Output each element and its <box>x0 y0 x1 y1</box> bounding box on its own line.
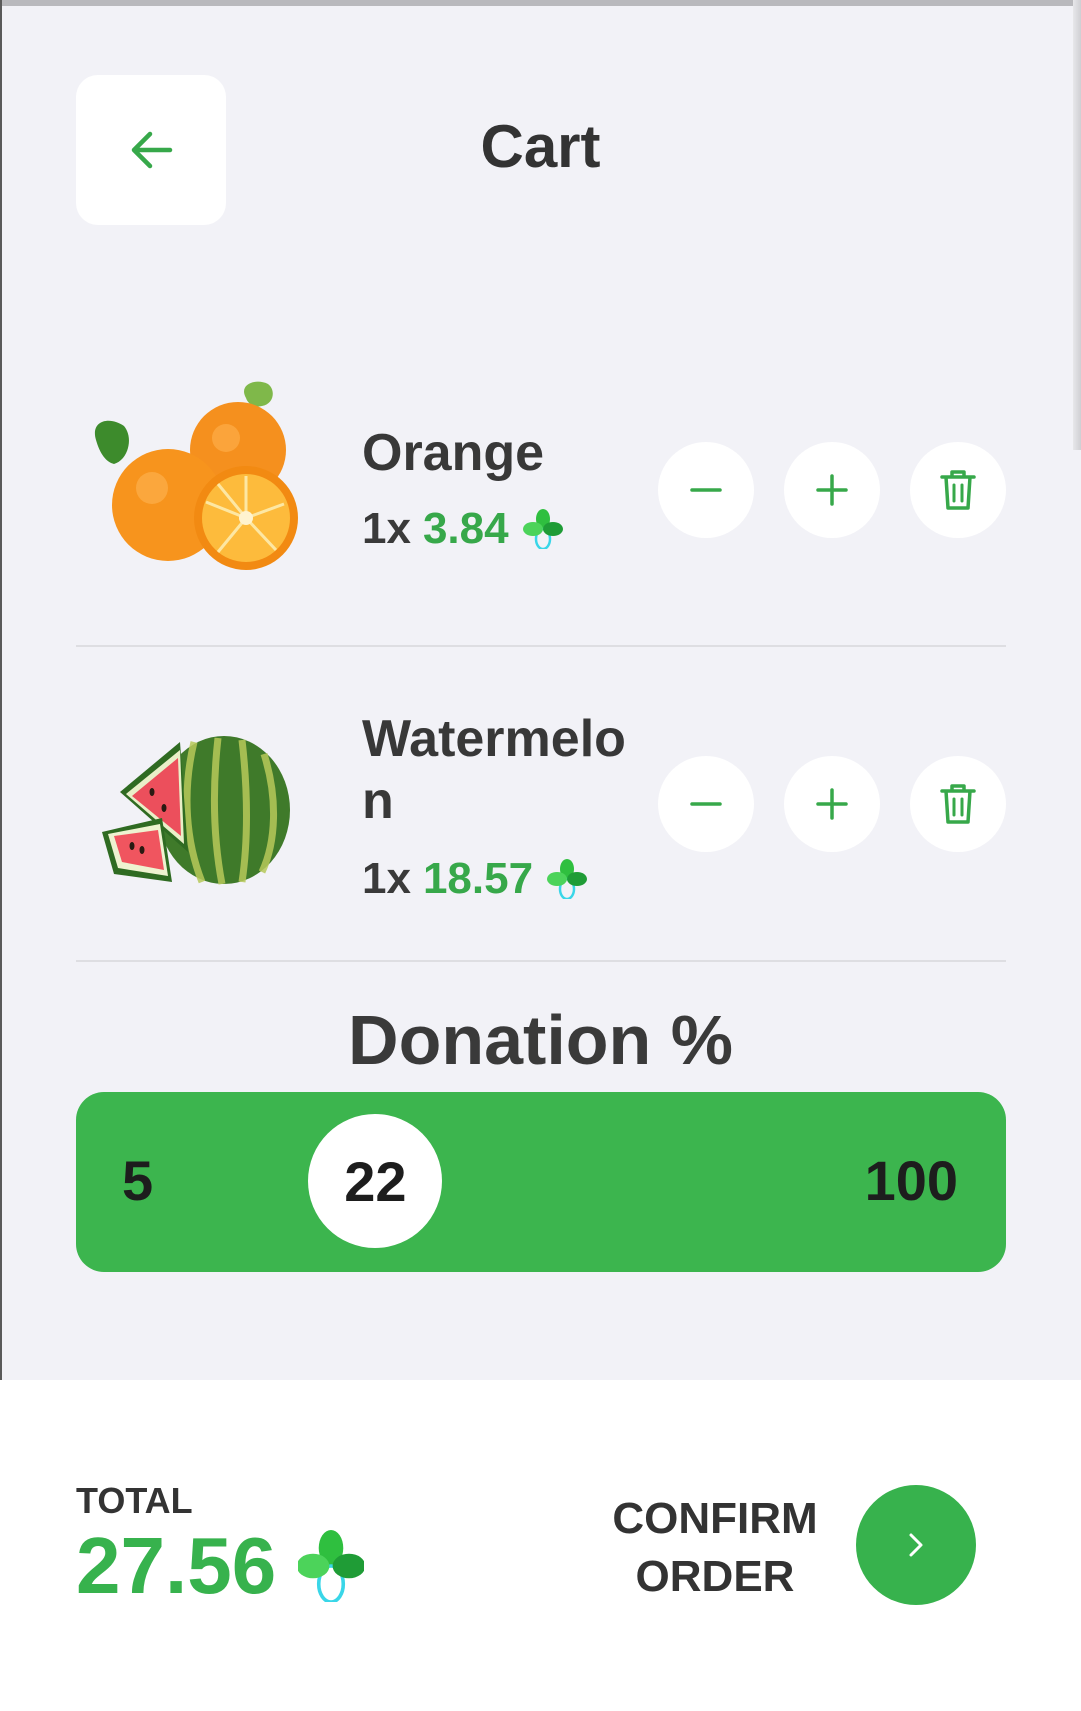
leaf-coin-icon <box>547 859 588 899</box>
delete-item-button[interactable] <box>910 442 1006 538</box>
minus-icon <box>690 488 722 492</box>
item-amount: 3.84 <box>422 504 509 553</box>
chevron-right-icon <box>909 1533 923 1557</box>
decrease-quantity-button[interactable] <box>658 442 754 538</box>
plus-icon <box>816 788 848 820</box>
trash-icon <box>940 470 976 510</box>
item-quantity: 1x <box>362 504 411 553</box>
leaf-coin-icon <box>522 509 563 549</box>
item-name: Watermelon <box>362 710 626 830</box>
plus-icon <box>816 474 848 506</box>
increase-quantity-button[interactable] <box>784 442 880 538</box>
minus-icon <box>690 802 722 806</box>
delete-item-button[interactable] <box>910 756 1006 852</box>
cart-item: Orange 1x 3.84 <box>76 380 1006 580</box>
leaf-coin-icon <box>298 1530 365 1602</box>
slider-thumb[interactable]: 22 <box>308 1114 443 1248</box>
trash-icon <box>940 784 976 824</box>
total-amount: 27.56 <box>76 1521 277 1610</box>
slider-max-label: 100 <box>864 1149 958 1212</box>
total-label: TOTAL <box>76 1480 193 1521</box>
divider <box>76 960 1006 962</box>
orange-image <box>94 381 298 570</box>
item-name: Orange <box>362 424 545 482</box>
item-amount: 18.57 <box>422 854 534 903</box>
divider <box>76 645 1006 647</box>
donation-slider[interactable]: 5 22 100 <box>76 1092 1006 1272</box>
decrease-quantity-button[interactable] <box>658 756 754 852</box>
slider-min-label: 5 <box>122 1149 154 1212</box>
item-price: 1x 3.84 <box>362 504 563 554</box>
checkout-footer: TOTAL 27.56 CONFIRM ORDER <box>0 1380 1081 1711</box>
total-value: 27.56 <box>76 1520 365 1612</box>
page-title: Cart <box>480 113 601 180</box>
confirm-order-button[interactable] <box>856 1485 976 1605</box>
increase-quantity-button[interactable] <box>784 756 880 852</box>
item-price: 1x 18.57 <box>362 854 588 904</box>
donation-title: Donation % <box>348 1001 733 1079</box>
scrollbar[interactable] <box>1073 0 1081 450</box>
watermelon-image <box>102 736 290 885</box>
item-quantity: 1x <box>362 854 411 903</box>
confirm-order-label[interactable]: CONFIRM ORDER <box>590 1490 840 1606</box>
cart-item: Watermelon 1x 18.57 <box>76 700 1006 920</box>
status-bar-edge <box>0 0 1081 6</box>
